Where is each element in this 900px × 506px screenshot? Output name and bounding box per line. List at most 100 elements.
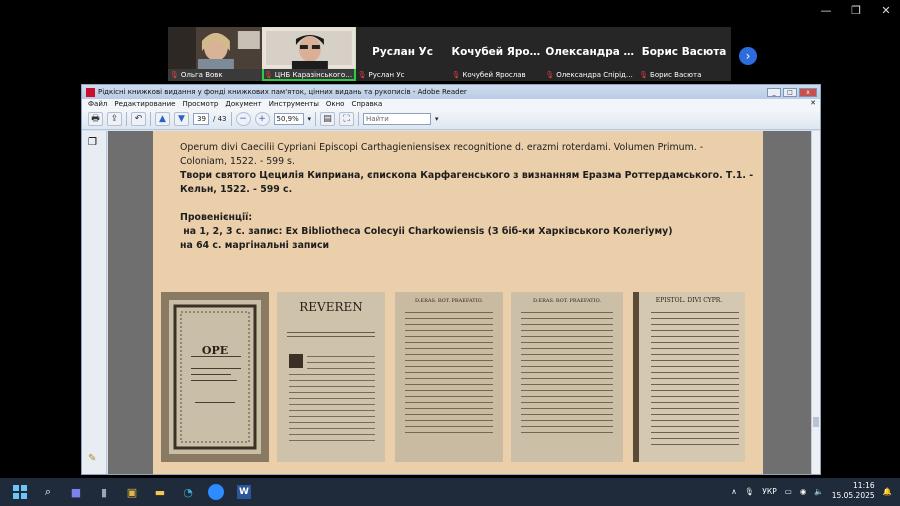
text-line: Провенієнції: — [180, 212, 253, 223]
page-heading-text: EPISTOL. DIVI CYPR. — [655, 297, 723, 304]
book-photos: OPE REVEREN D.ERAS. ROT. PRAEFATIO. D.ER… — [161, 292, 746, 462]
page-number-input[interactable]: 39 — [193, 113, 209, 125]
comments-icon[interactable]: ✎ — [88, 453, 96, 464]
next-participants-button[interactable]: › — [739, 47, 757, 65]
page-scan-image — [633, 292, 739, 462]
book-photo-page: EPISTOL. DIVI CYPR. — [633, 292, 745, 462]
participant-display-name: Руслан Ус — [372, 46, 433, 58]
notifications-icon[interactable]: 🔔 — [883, 487, 892, 496]
search-input[interactable]: Найти — [363, 113, 432, 125]
zoom-dropdown-icon[interactable]: ▾ — [308, 115, 312, 123]
back-icon[interactable]: ↶ — [131, 112, 146, 126]
taskbar: ⌕ ■ ▮ ▣ ▬ ◔ W ∧ 🎙 УКР ▭ ◉ 🔈 11:16 15.05.… — [0, 478, 900, 506]
vertical-scrollbar[interactable] — [811, 131, 820, 474]
menu-file[interactable]: Файл — [88, 100, 107, 108]
zoom-icon[interactable] — [204, 480, 228, 504]
toolbar-divider — [150, 112, 151, 126]
page-scan-image — [521, 312, 613, 433]
close-document-icon[interactable]: ✕ — [810, 99, 816, 107]
text-line: Operum divi Caecilii Cypriani Episcopi C… — [180, 142, 704, 153]
scrollbar-thumb[interactable] — [813, 417, 819, 427]
page-heading-text: D.ERAS. ROT. PRAEFATIO. — [533, 298, 601, 304]
menu-document[interactable]: Документ — [225, 100, 261, 108]
participant-tile[interactable]: 🎙 Ольга Вовк — [168, 27, 262, 81]
search-icon[interactable]: ⌕ — [36, 480, 60, 504]
document-area: Operum divi Caecilii Cypriani Episcopi C… — [108, 131, 811, 474]
desktop: — ❐ ✕ 🎙 Ольга Вовк 🎙 ЦНБ Каразінського у… — [0, 0, 900, 506]
participant-name: 🎙 Олександра Спірідон... — [545, 71, 636, 79]
display-icon[interactable]: ▭ — [785, 487, 792, 496]
participant-tile-active[interactable]: 🎙ЦНБ Каразінського уні... — [261, 27, 356, 81]
network-icon[interactable]: ◉ — [800, 487, 807, 496]
participant-name: 🎙 Борис Васюта — [639, 71, 702, 79]
participant-video — [261, 27, 356, 69]
menu-window[interactable]: Окно — [326, 100, 345, 108]
book-photo-page: D.ERAS. ROT. PRAEFATIO. — [395, 292, 503, 462]
mic-muted-icon: 🎙 — [545, 71, 555, 79]
minimize-icon[interactable]: — — [820, 4, 832, 18]
fit-page-icon[interactable]: ▤ — [320, 112, 336, 126]
pdf-page: Operum divi Caecilii Cypriani Episcopi C… — [153, 131, 763, 474]
toolbar-divider — [126, 112, 127, 126]
page-scan-image — [287, 332, 375, 441]
volume-icon[interactable]: 🔈 — [814, 487, 823, 496]
minimize-button[interactable]: _ — [767, 87, 781, 97]
close-button[interactable]: x — [799, 87, 817, 97]
zoom-level-input[interactable]: 50,9% — [273, 113, 304, 125]
edge-icon[interactable]: ◔ — [176, 480, 200, 504]
next-page-icon[interactable]: ▼ — [174, 112, 189, 126]
zoom-out-icon[interactable]: − — [235, 112, 251, 126]
maximize-icon[interactable]: ❐ — [850, 4, 862, 18]
search-dropdown-icon[interactable]: ▾ — [435, 115, 439, 123]
close-icon[interactable]: ✕ — [880, 4, 892, 18]
menu-tools[interactable]: Инструменты — [269, 100, 319, 108]
text-line: Твори святого Цецилія Киприана, єпископа… — [180, 170, 754, 181]
page-scan-image — [405, 312, 493, 433]
word-icon[interactable]: W — [232, 480, 256, 504]
prev-page-icon[interactable]: ▲ — [155, 112, 170, 126]
language-indicator[interactable]: УКР — [762, 487, 776, 496]
share-icon[interactable]: ⇪ — [107, 112, 122, 126]
participant-display-name: Олександра Сп... — [545, 46, 638, 58]
toolbar-divider — [230, 112, 232, 126]
clock[interactable]: 11:16 15.05.2025 — [832, 481, 875, 501]
toolbar: 🖶 ⇪ ↶ ▲ ▼ 39 / 43 − + 50,9% ▾ ▤ ⛶ Найти … — [82, 109, 820, 130]
chevron-up-icon[interactable]: ∧ — [731, 487, 737, 496]
page-text: Operum divi Caecilii Cypriani Episcopi C… — [180, 141, 763, 253]
microphone-icon[interactable]: 🎙 — [745, 487, 755, 496]
pages-icon[interactable]: ❐ — [88, 137, 97, 148]
participant-tile[interactable]: Олександра Сп... 🎙Олександра Спірідон... — [543, 27, 638, 81]
meet-icon[interactable]: ■ — [64, 480, 88, 504]
mic-muted-icon: 🎙 — [639, 71, 649, 79]
menu-view[interactable]: Просмотр — [182, 100, 218, 108]
files-icon[interactable]: ▬ — [148, 480, 172, 504]
windows-start-icon[interactable] — [8, 480, 32, 504]
adobe-reader-window: Рідкісні книжкові видання у фонді книжко… — [81, 84, 821, 475]
toolbar-divider — [315, 112, 317, 126]
participant-tile[interactable]: Кочубей Ярослав 🎙Кочубей Ярослав — [449, 27, 544, 81]
page-total: / 43 — [213, 115, 227, 123]
system-tray: ∧ 🎙 УКР ▭ ◉ 🔈 11:16 15.05.2025 🔔 — [731, 481, 892, 501]
page-heading-text: REVEREN — [299, 300, 363, 314]
clock-date: 15.05.2025 — [831, 491, 875, 500]
mic-muted-icon: 🎙 — [263, 71, 273, 79]
participant-tile[interactable]: Борис Васюта 🎙 Борис Васюта — [637, 27, 731, 81]
participant-tile[interactable]: Руслан Ус 🎙 Руслан Ус — [355, 27, 450, 81]
print-icon[interactable]: 🖶 — [88, 112, 103, 126]
notes-icon[interactable]: ▮ — [92, 480, 116, 504]
windows-logo-icon — [13, 485, 27, 499]
participant-video — [168, 27, 262, 69]
window-titlebar: Рідкісні книжкові видання у фонді книжко… — [82, 85, 820, 99]
window-title: Рідкісні книжкові видання у фонді книжко… — [98, 88, 467, 96]
book-title-text: OPE — [201, 344, 229, 357]
text-line — [180, 197, 763, 211]
fullscreen-icon[interactable]: ⛶ — [339, 112, 355, 126]
zoom-in-icon[interactable]: + — [254, 112, 270, 126]
menu-help[interactable]: Справка — [351, 100, 382, 108]
pdf-icon — [86, 87, 95, 97]
menu-edit[interactable]: Редактирование — [114, 100, 175, 108]
participant-display-name: Кочубей Ярослав — [451, 46, 544, 58]
store-icon[interactable]: ▣ — [120, 480, 144, 504]
text-line: Кельн, 1522. - 599 с. — [180, 184, 293, 195]
maximize-button[interactable]: □ — [783, 87, 797, 97]
